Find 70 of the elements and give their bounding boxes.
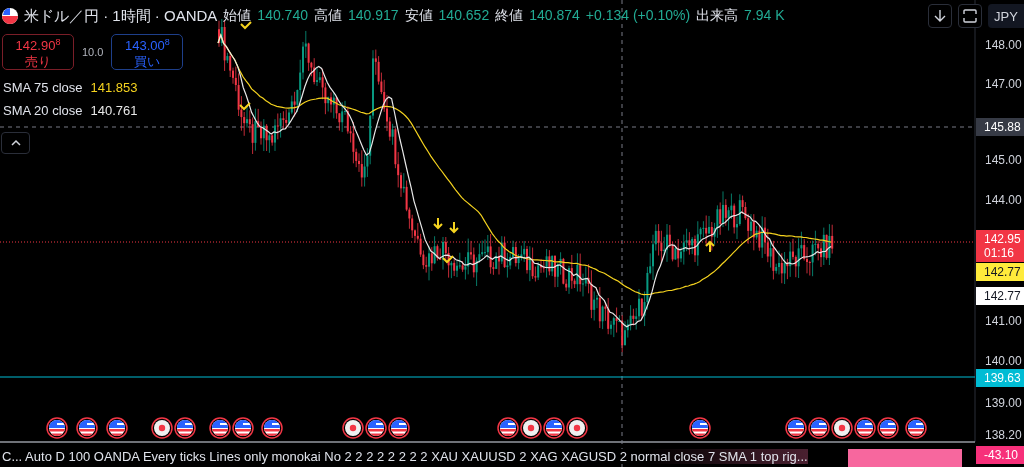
price-tick: 148.00	[985, 38, 1022, 52]
us-flag-icon[interactable]	[854, 417, 876, 439]
us-flag-icon[interactable]	[209, 417, 231, 439]
ohlc-label: 安値	[404, 7, 433, 25]
jp-flag-icon[interactable]	[342, 417, 364, 439]
volume-value: 7.94 K	[744, 7, 785, 23]
price-tick: 141.00	[985, 314, 1022, 328]
price-label: 139.63	[976, 369, 1024, 387]
jp-flag-icon[interactable]	[566, 417, 588, 439]
collapse-button[interactable]	[1, 132, 30, 154]
us-flag-icon[interactable]	[497, 417, 519, 439]
price-label: 142.95 01:16	[976, 230, 1024, 262]
us-flag-icon[interactable]	[365, 417, 387, 439]
chevron-up-icon	[9, 139, 22, 147]
price-tick: 147.00	[985, 77, 1022, 91]
jp-flag-icon[interactable]	[520, 417, 542, 439]
us-flag-icon[interactable]	[106, 417, 128, 439]
ohlc-label: 始値	[223, 7, 252, 25]
indicator-settings-text: C... Auto D 100 OANDA Every ticks Lines only monokai No 2 2 2 2 2 2 2 2 XAU XAUUSD 2 XAG XAGUSD 2 normal close 7 SMA 1 top rig...	[0, 449, 808, 464]
volume-label: 出来高	[696, 7, 739, 25]
download-button[interactable]	[928, 4, 952, 28]
ohlc-label: 高値	[313, 7, 342, 25]
price-label: 142.77	[976, 287, 1024, 305]
us-flag-icon[interactable]	[76, 417, 98, 439]
signal-mark-icon	[442, 255, 454, 264]
buy-button[interactable]: 143.00$^{8}$ 買い	[111, 34, 184, 70]
price-tick: 138.20	[985, 428, 1022, 442]
price-tick: 139.00	[985, 396, 1022, 410]
us-flag-icon[interactable]	[46, 417, 68, 439]
jp-flag-icon[interactable]	[831, 417, 853, 439]
signal-mark-icon	[240, 21, 252, 30]
indicator-value: 141.853	[90, 80, 138, 95]
spread-value: 10.0	[82, 46, 104, 58]
us-flag-icon[interactable]	[174, 417, 196, 439]
price-change: +0.134 (+0.10%)	[585, 7, 691, 23]
signal-mark-icon	[449, 221, 459, 234]
us-flag-icon[interactable]	[785, 417, 807, 439]
signal-mark-icon	[705, 240, 715, 253]
flag-icon	[2, 8, 18, 24]
signal-mark-icon	[433, 217, 443, 230]
price-label: 142.77	[976, 263, 1024, 281]
fullscreen-button[interactable]	[958, 4, 982, 28]
price-label: -43.10	[976, 446, 1024, 464]
indicator-name: SMA 75 close	[3, 80, 83, 95]
jp-flag-icon[interactable]	[151, 417, 173, 439]
ohlc-value: 140.740	[257, 7, 308, 23]
ohlc-value: 140.874	[529, 7, 580, 23]
fullscreen-icon	[963, 9, 977, 23]
us-flag-icon[interactable]	[877, 417, 899, 439]
ohlc-label: 終値	[495, 7, 524, 25]
us-flag-icon[interactable]	[232, 417, 254, 439]
ohlc-value: 140.652	[438, 7, 490, 23]
us-flag-icon[interactable]	[905, 417, 927, 439]
us-flag-icon[interactable]	[543, 417, 565, 439]
indicator-value: 140.761	[90, 103, 138, 118]
sell-button[interactable]: 142.90$^{8}$ 売り	[2, 34, 74, 70]
indicator-name: SMA 20 close	[3, 103, 83, 118]
price-tick: 145.00	[985, 153, 1022, 167]
us-flag-icon[interactable]	[689, 417, 711, 439]
price-label: 145.88	[976, 118, 1024, 136]
currency-selector[interactable]: JPY	[988, 4, 1024, 28]
ohlc-value: 140.917	[347, 7, 399, 23]
us-flag-icon[interactable]	[261, 417, 283, 439]
symbol-title: 米ドル／円 · 1時間 · OANDA	[24, 6, 218, 26]
price-tick: 144.00	[985, 193, 1022, 207]
us-flag-icon[interactable]	[808, 417, 830, 439]
signal-mark-icon	[239, 102, 251, 111]
price-tick: 140.00	[985, 354, 1022, 368]
us-flag-icon[interactable]	[388, 417, 410, 439]
down-arrow-icon	[934, 9, 946, 23]
